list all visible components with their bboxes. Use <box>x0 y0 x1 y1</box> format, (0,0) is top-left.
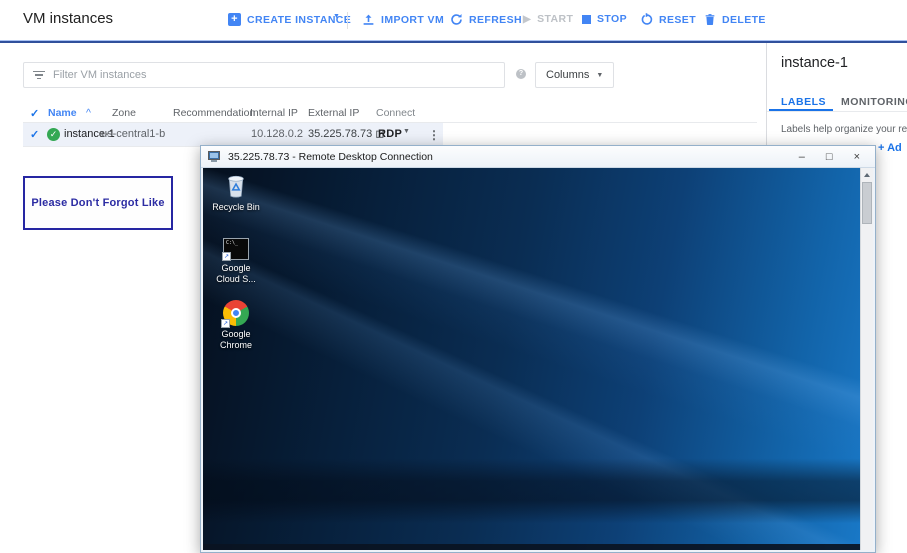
chrome-icon <box>221 300 249 328</box>
row-checkbox[interactable]: ✓ <box>30 128 39 141</box>
rdp-dropdown-icon[interactable]: ▼ <box>403 128 410 135</box>
stop-button[interactable]: STOP <box>582 13 627 25</box>
panel-divider <box>767 111 907 112</box>
column-header-external-ip: External IP <box>308 107 360 119</box>
rdp-scrollbar[interactable] <box>860 168 873 550</box>
column-header-connect: Connect <box>376 107 416 119</box>
refresh-label: REFRESH <box>469 13 522 26</box>
shortcut-arrow-icon <box>222 252 231 261</box>
delete-label: DELETE <box>722 13 766 26</box>
maximize-button[interactable]: □ <box>826 147 833 167</box>
minimize-button[interactable]: – <box>799 147 805 167</box>
tab-monitoring[interactable]: MONITORING <box>841 96 907 108</box>
columns-label: Columns <box>546 69 590 81</box>
desktop-icon-label: Google Cloud S... <box>216 263 256 284</box>
add-box-icon <box>228 13 241 26</box>
note-box: Please Don't Forgot Like <box>23 176 173 230</box>
table-row[interactable]: ✓ instance-1 us-central1-b 10.128.0.2 35… <box>23 123 443 146</box>
shortcut-arrow-icon <box>221 319 230 328</box>
page-title: VM instances <box>23 10 114 27</box>
remote-desktop[interactable]: Recycle Bin Google Cloud S... Google Chr… <box>203 168 873 550</box>
toolbar-divider <box>347 12 348 29</box>
table-header-row: ✓ Name ^ Zone Recommendation Internal IP… <box>0 107 763 123</box>
filter-icon <box>32 70 45 80</box>
column-header-name[interactable]: Name <box>48 107 77 119</box>
scrollbar-thumb[interactable] <box>862 182 872 224</box>
external-ip: 35.225.78.73 <box>308 128 373 140</box>
filter-bar <box>23 62 505 88</box>
screen: VM instances CREATE INSTANCE ▼ IMPORT VM… <box>0 0 907 553</box>
refresh-button[interactable]: REFRESH <box>450 13 522 26</box>
internal-ip: 10.128.0.2 <box>251 128 303 140</box>
start-label: START <box>537 13 574 25</box>
desktop-icon-label: Google Chrome <box>219 329 252 350</box>
desktop-icon-google-cloud-sdk[interactable]: Google Cloud S... <box>211 235 261 285</box>
desktop-icon-google-chrome[interactable]: Google Chrome <box>211 298 261 351</box>
status-running-icon <box>47 128 60 141</box>
desktop-icon-label: Recycle Bin <box>212 202 260 212</box>
stop-icon <box>582 14 591 24</box>
column-header-zone: Zone <box>112 107 136 119</box>
stop-label: STOP <box>597 13 627 25</box>
chevron-down-icon: ▼ <box>333 13 341 20</box>
row-more-menu-icon[interactable] <box>428 128 440 142</box>
start-button[interactable]: ▶ START <box>523 13 573 25</box>
reset-icon <box>641 13 653 25</box>
trash-icon <box>705 14 715 26</box>
column-header-recommendation: Recommendation <box>173 107 256 119</box>
select-all-checkbox[interactable]: ✓ <box>30 107 39 120</box>
desktop-icon-recycle-bin[interactable]: Recycle Bin <box>211 172 261 213</box>
import-vm-button[interactable]: IMPORT VM <box>362 13 444 26</box>
rdp-window: 35.225.78.73 - Remote Desktop Connection… <box>200 145 876 553</box>
add-label-link[interactable]: + Ad <box>878 142 902 154</box>
scroll-up-icon[interactable] <box>861 168 873 182</box>
columns-button[interactable]: Columns ▼ <box>535 62 615 88</box>
upload-icon <box>363 14 374 25</box>
filter-input[interactable] <box>53 69 496 81</box>
create-instance-dropdown[interactable]: ▼ <box>333 13 340 20</box>
import-vm-label: IMPORT VM <box>381 13 445 26</box>
note-text: Please Don't Forgot Like <box>31 197 165 209</box>
delete-button[interactable]: DELETE <box>704 13 766 26</box>
instance-zone: us-central1-b <box>101 128 166 140</box>
terminal-icon <box>222 238 249 261</box>
refresh-icon <box>451 13 462 25</box>
rdp-titlebar[interactable]: 35.225.78.73 - Remote Desktop Connection… <box>201 146 875 168</box>
panel-title: instance-1 <box>781 55 848 71</box>
rdp-connect-button[interactable]: RDP <box>378 128 402 140</box>
close-button[interactable]: × <box>854 147 860 167</box>
recycle-bin-icon <box>228 175 244 198</box>
reset-label: RESET <box>659 13 697 26</box>
chevron-down-icon: ▼ <box>596 71 604 79</box>
sort-ascending-icon[interactable]: ^ <box>86 107 91 119</box>
rdp-window-title: 35.225.78.73 - Remote Desktop Connection <box>228 150 433 163</box>
tab-labels[interactable]: LABELS <box>781 96 826 108</box>
column-header-internal-ip: Internal IP <box>250 107 298 119</box>
rdp-app-icon <box>208 150 222 163</box>
reset-button[interactable]: RESET <box>640 13 696 26</box>
help-icon[interactable] <box>516 69 526 79</box>
remote-taskbar[interactable] <box>203 544 873 550</box>
play-icon: ▶ <box>523 13 532 25</box>
labels-description: Labels help organize your resourc <box>781 124 907 135</box>
